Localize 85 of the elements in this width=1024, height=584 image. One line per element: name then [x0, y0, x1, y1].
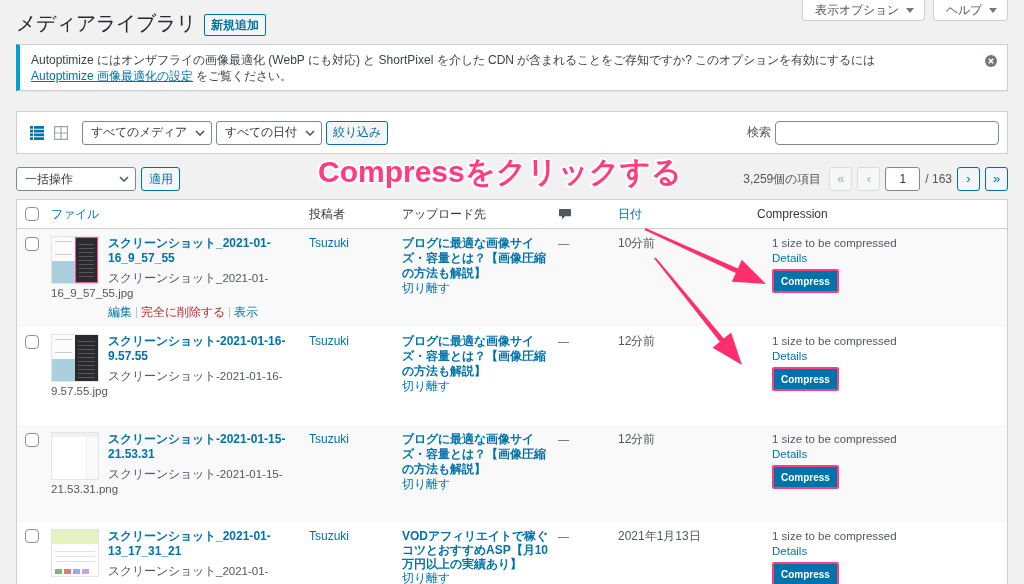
add-new-button[interactable]: 新規追加 — [204, 14, 266, 36]
thumbnail-drawing — [51, 334, 99, 382]
detach-link[interactable]: 切り離す — [402, 281, 450, 296]
callout-text: Compressをクリックする — [318, 154, 682, 190]
detach-link[interactable]: 切り離す — [402, 379, 450, 394]
last-page-button[interactable]: » — [985, 167, 1008, 191]
detach-link[interactable]: 切り離す — [402, 477, 450, 492]
author-link[interactable]: Tsuzuki — [309, 236, 349, 251]
column-header: 投稿者 — [309, 207, 345, 221]
compress-button[interactable]: Compress — [772, 562, 839, 584]
comment-count: — — [558, 432, 569, 447]
file-title-link[interactable]: スクリーンショット-2021-01-16-9.57.55 — [108, 334, 293, 364]
comment-count: — — [558, 334, 569, 349]
compression-status: 1 size to be compressed — [772, 529, 897, 544]
compress-button[interactable]: Compress — [772, 367, 839, 391]
settings-link[interactable]: Autoptimize 画像最適化の設定 — [31, 69, 194, 83]
column-header[interactable]: 日付 — [618, 207, 642, 221]
list-view-icon[interactable] — [30, 125, 44, 140]
attached-post-link[interactable]: ブログに最適な画像サイズ・容量とは？【画像圧縮の方法も解説】 — [402, 432, 550, 477]
apply-button[interactable]: 適用 — [141, 167, 180, 191]
comment-icon — [558, 208, 572, 221]
bulk-actions-dropdown[interactable]: 一括操作 — [16, 167, 136, 191]
notice-message: Autoptimize にはオンザフライの画像最適化 (WebP にも対応) と ShortPixel を介した CDN が含まれることをご存知ですか? このオプションを有効にするには Autoptimize 画像最適化の設定 をご覧ください。 — [31, 52, 877, 84]
compress-button[interactable]: Compress — [772, 465, 839, 489]
date-text: 10分前 — [618, 236, 656, 251]
column-header[interactable]: ファイル — [51, 207, 99, 221]
comment-count: — — [558, 236, 569, 251]
file-title-link[interactable]: スクリーンショット-2021-01-15-21.53.31 — [108, 432, 293, 462]
filter-button[interactable]: 絞り込み — [326, 120, 388, 145]
screen-options-button[interactable]: 表示オプション — [802, 0, 925, 21]
delete-link[interactable]: 完全に削除する — [141, 305, 225, 320]
row-action-link[interactable]: 編集 — [108, 305, 132, 320]
date-dropdown[interactable]: すべての日付 — [216, 120, 322, 145]
next-page-button[interactable]: › — [957, 167, 980, 191]
search-label: 検索 — [747, 124, 771, 141]
details-link[interactable]: Details — [772, 251, 808, 266]
chevron-down-icon — [195, 129, 205, 136]
compression-status: 1 size to be compressed — [772, 334, 897, 349]
chevron-down-icon — [305, 129, 315, 136]
checkbox[interactable] — [25, 207, 39, 221]
file-name: スクリーンショット-2021-01-15-21.53.31.png — [51, 467, 284, 497]
author-link[interactable]: Tsuzuki — [309, 529, 349, 544]
file-name: スクリーンショット_2021-01- — [107, 564, 270, 579]
thumbnail-drawing — [51, 432, 99, 480]
checkbox[interactable] — [25, 237, 39, 251]
media-type-dropdown[interactable]: すべてのメディア — [82, 120, 212, 145]
details-link[interactable]: Details — [772, 349, 808, 364]
total-pages: / 163 — [925, 172, 952, 186]
author-link[interactable]: Tsuzuki — [309, 432, 349, 447]
date-text: 12分前 — [618, 432, 656, 447]
attached-post-link[interactable]: ブログに最適な画像サイズ・容量とは？【画像圧縮の方法も解説】 — [402, 334, 550, 379]
file-title-link[interactable]: スクリーンショット_2021-01-16_9_57_55 — [108, 236, 293, 266]
checkbox[interactable] — [25, 529, 39, 543]
checkbox[interactable] — [25, 335, 39, 349]
column-header: アップロード先 — [402, 207, 486, 221]
compress-button[interactable]: Compress — [772, 269, 839, 293]
chevron-down-icon — [119, 176, 129, 182]
attached-post-link[interactable]: VODアフィリエイトで稼ぐコツとおすすめASP【月10万円以上の実績あり】 — [402, 529, 550, 571]
detach-link[interactable]: 切り離す — [402, 571, 450, 584]
author-link[interactable]: Tsuzuki — [309, 334, 349, 349]
search-field[interactable] — [775, 120, 999, 145]
details-link[interactable]: Details — [772, 447, 808, 462]
caret-icon — [906, 7, 914, 13]
help-button[interactable]: ヘルプ — [933, 0, 1008, 21]
row-action-link[interactable]: 表示 — [234, 305, 258, 320]
comment-count: — — [558, 529, 569, 544]
column-header: Compression — [757, 207, 828, 221]
compression-status: 1 size to be compressed — [772, 432, 897, 447]
compression-status: 1 size to be compressed — [772, 236, 897, 251]
page-title: メディアライブラリ — [16, 11, 196, 36]
file-name: スクリーンショット-2021-01-16-9.57.55.jpg — [51, 369, 284, 399]
caret-icon — [989, 7, 997, 13]
thumbnail-drawing — [51, 529, 99, 577]
date-text: 2021年1月13日 — [618, 529, 701, 544]
item-count: 3,259個の項目 — [743, 170, 822, 188]
file-title-link[interactable]: スクリーンショット_2021-01-13_17_31_21 — [108, 529, 293, 559]
grid-view-icon[interactable] — [54, 125, 68, 140]
close-icon[interactable] — [985, 55, 997, 67]
date-text: 12分前 — [618, 334, 656, 349]
file-name: スクリーンショット_2021-01-16_9_57_55.jpg — [51, 271, 270, 301]
thumbnail-drawing — [51, 236, 99, 284]
attached-post-link[interactable]: ブログに最適な画像サイズ・容量とは？【画像圧縮の方法も解説】 — [402, 236, 550, 281]
checkbox[interactable] — [25, 433, 39, 447]
details-link[interactable]: Details — [772, 544, 808, 559]
page-number-field[interactable]: 1 — [885, 167, 921, 191]
